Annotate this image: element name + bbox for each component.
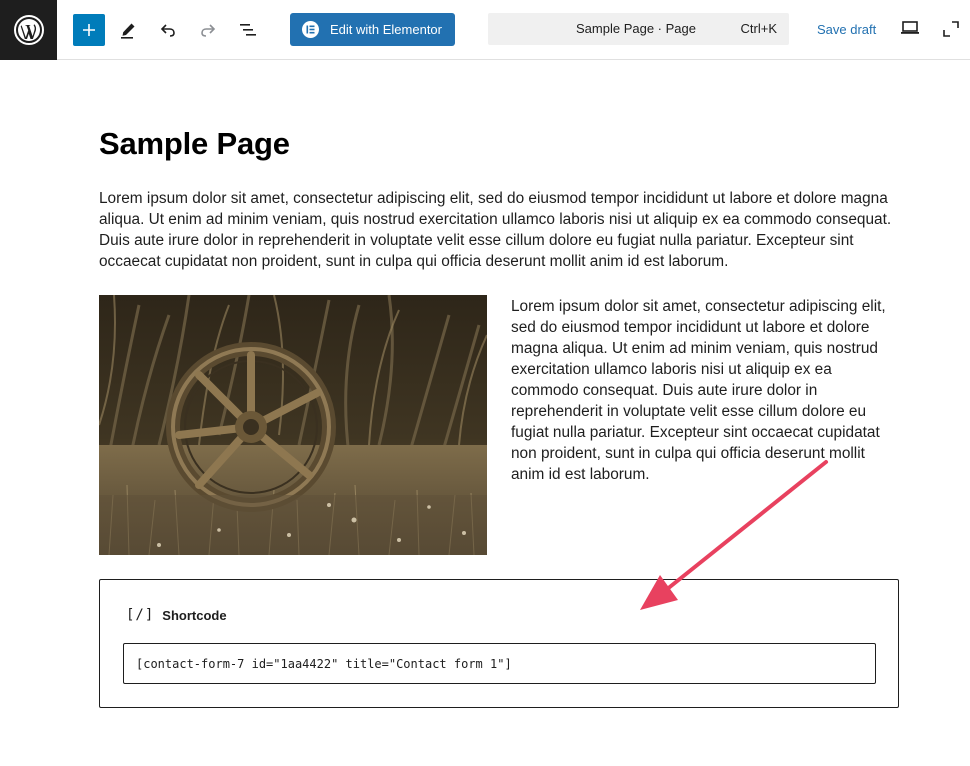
plus-icon [83,24,95,36]
shortcode-icon: [/] [126,607,155,623]
save-draft-button[interactable]: Save draft [817,22,876,37]
editor-toolbar: Edit with Elementor Sample Page · Page C… [0,0,970,60]
media-text-paragraph[interactable]: Lorem ipsum dolor sit amet, consectetur … [511,296,901,485]
command-palette-bar[interactable]: Sample Page · Page Ctrl+K [488,13,789,45]
shortcode-block[interactable]: [/] Shortcode [99,579,899,708]
shortcode-input[interactable] [123,643,876,684]
document-title: Sample Page · Page [576,21,696,36]
add-block-button[interactable] [73,14,105,46]
document-outline-button[interactable] [232,14,264,46]
undo-icon [160,24,175,37]
paragraph-block[interactable]: Lorem ipsum dolor sit amet, consectetur … [99,188,909,272]
edit-with-elementor-label: Edit with Elementor [330,22,442,37]
elementor-logo-icon [302,21,319,38]
redo-button[interactable] [192,14,224,46]
wagon-wheel-image [99,295,487,555]
fullscreen-icon [943,21,959,37]
page-title[interactable]: Sample Page [99,126,290,162]
command-shortcut: Ctrl+K [740,21,777,36]
tools-button[interactable] [112,14,144,46]
image-block[interactable] [99,295,487,555]
shortcode-block-header: [/] Shortcode [126,607,227,623]
wordpress-logo-icon [13,15,44,45]
undo-button[interactable] [152,14,184,46]
redo-icon [201,24,216,37]
pencil-icon [121,23,135,39]
edit-with-elementor-button[interactable]: Edit with Elementor [290,13,455,46]
document-outline-icon [240,24,256,36]
laptop-icon [901,21,919,34]
shortcode-label: Shortcode [162,607,227,623]
view-button[interactable] [899,18,921,43]
wordpress-logo-button[interactable] [0,0,57,60]
fullscreen-button[interactable] [942,20,960,43]
